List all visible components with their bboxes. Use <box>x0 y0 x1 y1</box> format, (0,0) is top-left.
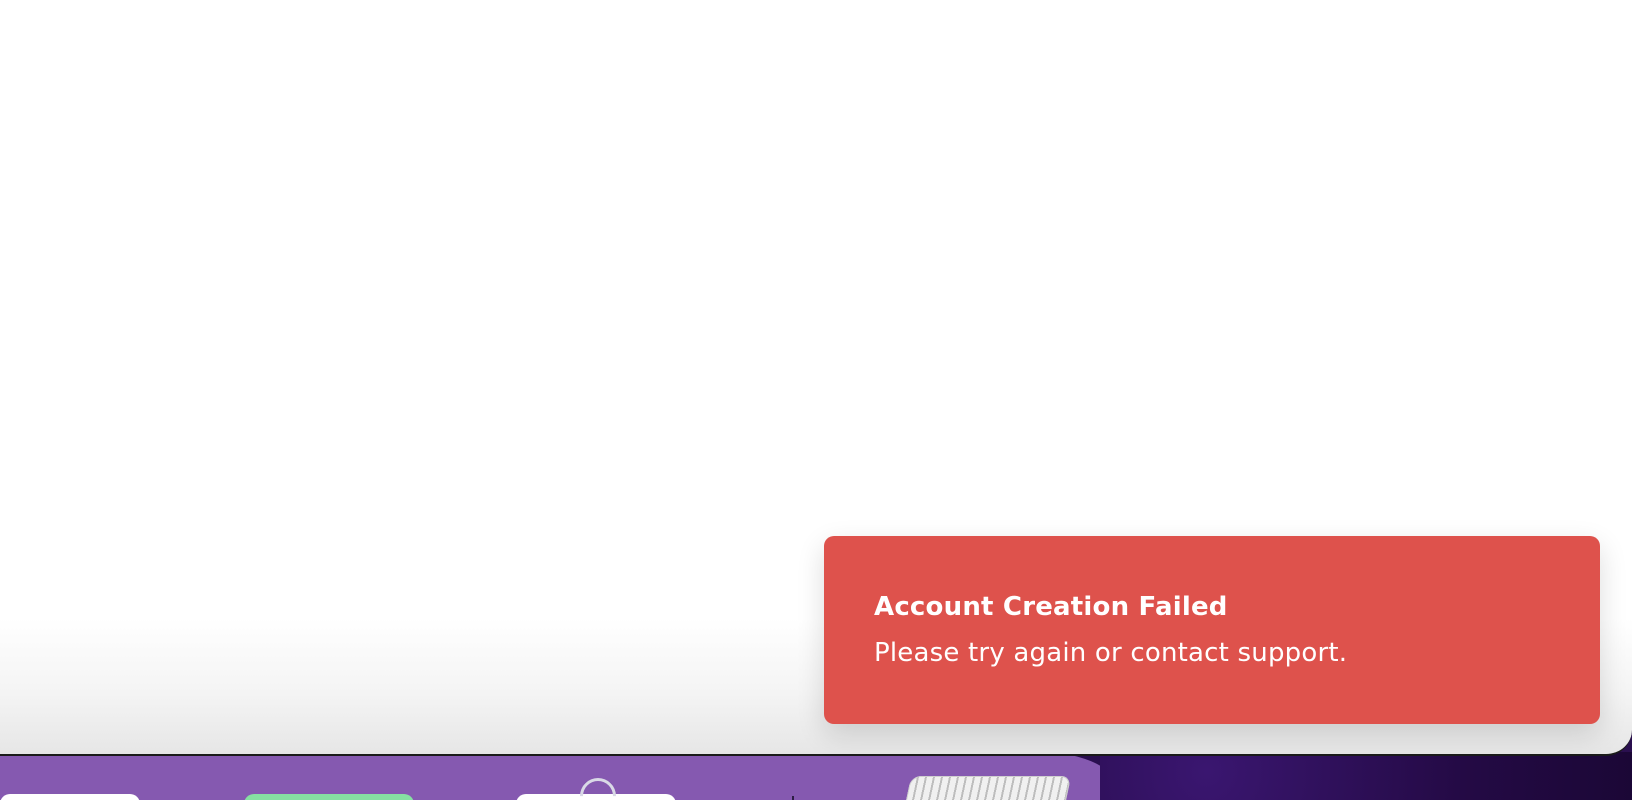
dock-item-2[interactable] <box>244 794 414 800</box>
dock-separator <box>792 796 794 800</box>
newspaper-icon[interactable] <box>904 776 1072 800</box>
error-toast[interactable]: Account Creation Failed Please try again… <box>824 536 1600 724</box>
app-window: Account Creation Failed Please try again… <box>0 0 1632 756</box>
dock-item-1[interactable] <box>0 794 140 800</box>
toast-message: Please try again or contact support. <box>874 638 1348 668</box>
toast-title: Account Creation Failed <box>874 592 1228 622</box>
desktop-wallpaper <box>1100 752 1632 800</box>
